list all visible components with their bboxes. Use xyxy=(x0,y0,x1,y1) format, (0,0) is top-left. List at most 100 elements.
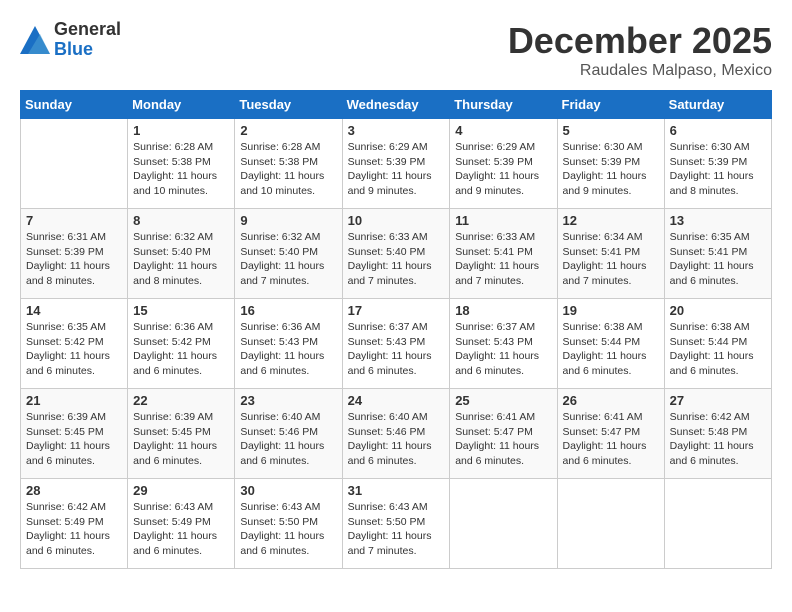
day-number: 10 xyxy=(348,213,445,228)
logo: General Blue xyxy=(20,20,121,60)
day-number: 18 xyxy=(455,303,551,318)
header-monday: Monday xyxy=(128,91,235,119)
day-info: Sunrise: 6:41 AMSunset: 5:47 PMDaylight:… xyxy=(455,410,551,469)
day-info: Sunrise: 6:39 AMSunset: 5:45 PMDaylight:… xyxy=(26,410,122,469)
calendar-cell: 10 Sunrise: 6:33 AMSunset: 5:40 PMDayligh… xyxy=(342,209,450,299)
day-info: Sunrise: 6:32 AMSunset: 5:40 PMDaylight:… xyxy=(240,230,336,289)
header-saturday: Saturday xyxy=(664,91,771,119)
calendar-cell: 16 Sunrise: 6:36 AMSunset: 5:43 PMDayligh… xyxy=(235,299,342,389)
day-info: Sunrise: 6:29 AMSunset: 5:39 PMDaylight:… xyxy=(455,140,551,199)
header-sunday: Sunday xyxy=(21,91,128,119)
calendar-cell: 22 Sunrise: 6:39 AMSunset: 5:45 PMDayligh… xyxy=(128,389,235,479)
calendar-cell: 20 Sunrise: 6:38 AMSunset: 5:44 PMDayligh… xyxy=(664,299,771,389)
calendar-table: SundayMondayTuesdayWednesdayThursdayFrid… xyxy=(20,90,772,569)
calendar-cell: 18 Sunrise: 6:37 AMSunset: 5:43 PMDayligh… xyxy=(450,299,557,389)
day-number: 12 xyxy=(563,213,659,228)
calendar-cell xyxy=(557,479,664,569)
calendar-week-3: 14Sunrise: 6:35 AMSunset: 5:42 PMDayligh… xyxy=(21,299,772,389)
day-info: Sunrise: 6:39 AMSunset: 5:45 PMDaylight:… xyxy=(133,410,229,469)
header-thursday: Thursday xyxy=(450,91,557,119)
day-number: 22 xyxy=(133,393,229,408)
calendar-cell: 5Sunrise: 6:30 AMSunset: 5:39 PMDaylight… xyxy=(557,119,664,209)
calendar-week-2: 7 Sunrise: 6:31 AMSunset: 5:39 PMDaylight… xyxy=(21,209,772,299)
logo-general: General xyxy=(54,20,121,40)
day-info: Sunrise: 6:32 AMSunset: 5:40 PMDaylight:… xyxy=(133,230,229,289)
calendar-cell: 2 Sunrise: 6:28 AMSunset: 5:38 PMDaylight… xyxy=(235,119,342,209)
day-number: 17 xyxy=(348,303,445,318)
day-number: 4 xyxy=(455,123,551,138)
day-info: Sunrise: 6:33 AMSunset: 5:40 PMDaylight:… xyxy=(348,230,445,289)
calendar-cell: 25 Sunrise: 6:41 AMSunset: 5:47 PMDayligh… xyxy=(450,389,557,479)
day-number: 3 xyxy=(348,123,445,138)
day-info: Sunrise: 6:43 AMSunset: 5:50 PMDaylight:… xyxy=(348,500,445,559)
calendar-cell: 12Sunrise: 6:34 AMSunset: 5:41 PMDayligh… xyxy=(557,209,664,299)
location: Raudales Malpaso, Mexico xyxy=(508,62,772,80)
day-info: Sunrise: 6:28 AMSunset: 5:38 PMDaylight:… xyxy=(133,140,229,199)
day-number: 26 xyxy=(563,393,659,408)
day-info: Sunrise: 6:38 AMSunset: 5:44 PMDaylight:… xyxy=(563,320,659,379)
day-number: 20 xyxy=(670,303,766,318)
calendar-cell: 8Sunrise: 6:32 AMSunset: 5:40 PMDaylight… xyxy=(128,209,235,299)
day-number: 21 xyxy=(26,393,122,408)
calendar-cell: 6 Sunrise: 6:30 AMSunset: 5:39 PMDaylight… xyxy=(664,119,771,209)
day-info: Sunrise: 6:43 AMSunset: 5:49 PMDaylight:… xyxy=(133,500,229,559)
day-info: Sunrise: 6:38 AMSunset: 5:44 PMDaylight:… xyxy=(670,320,766,379)
calendar-cell: 17 Sunrise: 6:37 AMSunset: 5:43 PMDayligh… xyxy=(342,299,450,389)
calendar-cell: 19 Sunrise: 6:38 AMSunset: 5:44 PMDayligh… xyxy=(557,299,664,389)
calendar-cell: 27 Sunrise: 6:42 AMSunset: 5:48 PMDayligh… xyxy=(664,389,771,479)
day-info: Sunrise: 6:36 AMSunset: 5:42 PMDaylight:… xyxy=(133,320,229,379)
day-number: 30 xyxy=(240,483,336,498)
day-number: 15 xyxy=(133,303,229,318)
logo-blue: Blue xyxy=(54,40,121,60)
day-number: 1 xyxy=(133,123,229,138)
calendar-cell: 3 Sunrise: 6:29 AMSunset: 5:39 PMDaylight… xyxy=(342,119,450,209)
calendar-cell: 7 Sunrise: 6:31 AMSunset: 5:39 PMDaylight… xyxy=(21,209,128,299)
day-info: Sunrise: 6:40 AMSunset: 5:46 PMDaylight:… xyxy=(348,410,445,469)
day-number: 23 xyxy=(240,393,336,408)
calendar-cell: 4 Sunrise: 6:29 AMSunset: 5:39 PMDaylight… xyxy=(450,119,557,209)
calendar-week-1: 1 Sunrise: 6:28 AMSunset: 5:38 PMDaylight… xyxy=(21,119,772,209)
day-info: Sunrise: 6:29 AMSunset: 5:39 PMDaylight:… xyxy=(348,140,445,199)
day-info: Sunrise: 6:28 AMSunset: 5:38 PMDaylight:… xyxy=(240,140,336,199)
calendar-cell xyxy=(664,479,771,569)
day-number: 28 xyxy=(26,483,122,498)
calendar-cell: 15 Sunrise: 6:36 AMSunset: 5:42 PMDayligh… xyxy=(128,299,235,389)
day-info: Sunrise: 6:30 AMSunset: 5:39 PMDaylight:… xyxy=(670,140,766,199)
calendar-cell: 11Sunrise: 6:33 AMSunset: 5:41 PMDayligh… xyxy=(450,209,557,299)
day-info: Sunrise: 6:35 AMSunset: 5:42 PMDaylight:… xyxy=(26,320,122,379)
day-info: Sunrise: 6:36 AMSunset: 5:43 PMDaylight:… xyxy=(240,320,336,379)
day-number: 24 xyxy=(348,393,445,408)
day-number: 13 xyxy=(670,213,766,228)
calendar-cell: 1 Sunrise: 6:28 AMSunset: 5:38 PMDaylight… xyxy=(128,119,235,209)
day-number: 25 xyxy=(455,393,551,408)
day-number: 27 xyxy=(670,393,766,408)
day-number: 7 xyxy=(26,213,122,228)
calendar-cell xyxy=(21,119,128,209)
logo-text: General Blue xyxy=(54,20,121,60)
calendar-cell: 28 Sunrise: 6:42 AMSunset: 5:49 PMDayligh… xyxy=(21,479,128,569)
calendar-cell: 23 Sunrise: 6:40 AMSunset: 5:46 PMDayligh… xyxy=(235,389,342,479)
day-number: 19 xyxy=(563,303,659,318)
day-info: Sunrise: 6:37 AMSunset: 5:43 PMDaylight:… xyxy=(455,320,551,379)
day-info: Sunrise: 6:42 AMSunset: 5:49 PMDaylight:… xyxy=(26,500,122,559)
logo-icon xyxy=(20,26,50,54)
day-info: Sunrise: 6:43 AMSunset: 5:50 PMDaylight:… xyxy=(240,500,336,559)
day-number: 6 xyxy=(670,123,766,138)
header-tuesday: Tuesday xyxy=(235,91,342,119)
title-block: December 2025 Raudales Malpaso, Mexico xyxy=(508,20,772,80)
calendar-cell: 24 Sunrise: 6:40 AMSunset: 5:46 PMDayligh… xyxy=(342,389,450,479)
calendar-cell xyxy=(450,479,557,569)
day-number: 5 xyxy=(563,123,659,138)
header-friday: Friday xyxy=(557,91,664,119)
month-title: December 2025 xyxy=(508,20,772,62)
day-info: Sunrise: 6:40 AMSunset: 5:46 PMDaylight:… xyxy=(240,410,336,469)
calendar-cell: 14Sunrise: 6:35 AMSunset: 5:42 PMDayligh… xyxy=(21,299,128,389)
day-number: 16 xyxy=(240,303,336,318)
calendar-week-5: 28 Sunrise: 6:42 AMSunset: 5:49 PMDayligh… xyxy=(21,479,772,569)
calendar-cell: 26Sunrise: 6:41 AMSunset: 5:47 PMDayligh… xyxy=(557,389,664,479)
day-info: Sunrise: 6:37 AMSunset: 5:43 PMDaylight:… xyxy=(348,320,445,379)
day-info: Sunrise: 6:42 AMSunset: 5:48 PMDaylight:… xyxy=(670,410,766,469)
day-info: Sunrise: 6:31 AMSunset: 5:39 PMDaylight:… xyxy=(26,230,122,289)
day-number: 2 xyxy=(240,123,336,138)
day-number: 11 xyxy=(455,213,551,228)
